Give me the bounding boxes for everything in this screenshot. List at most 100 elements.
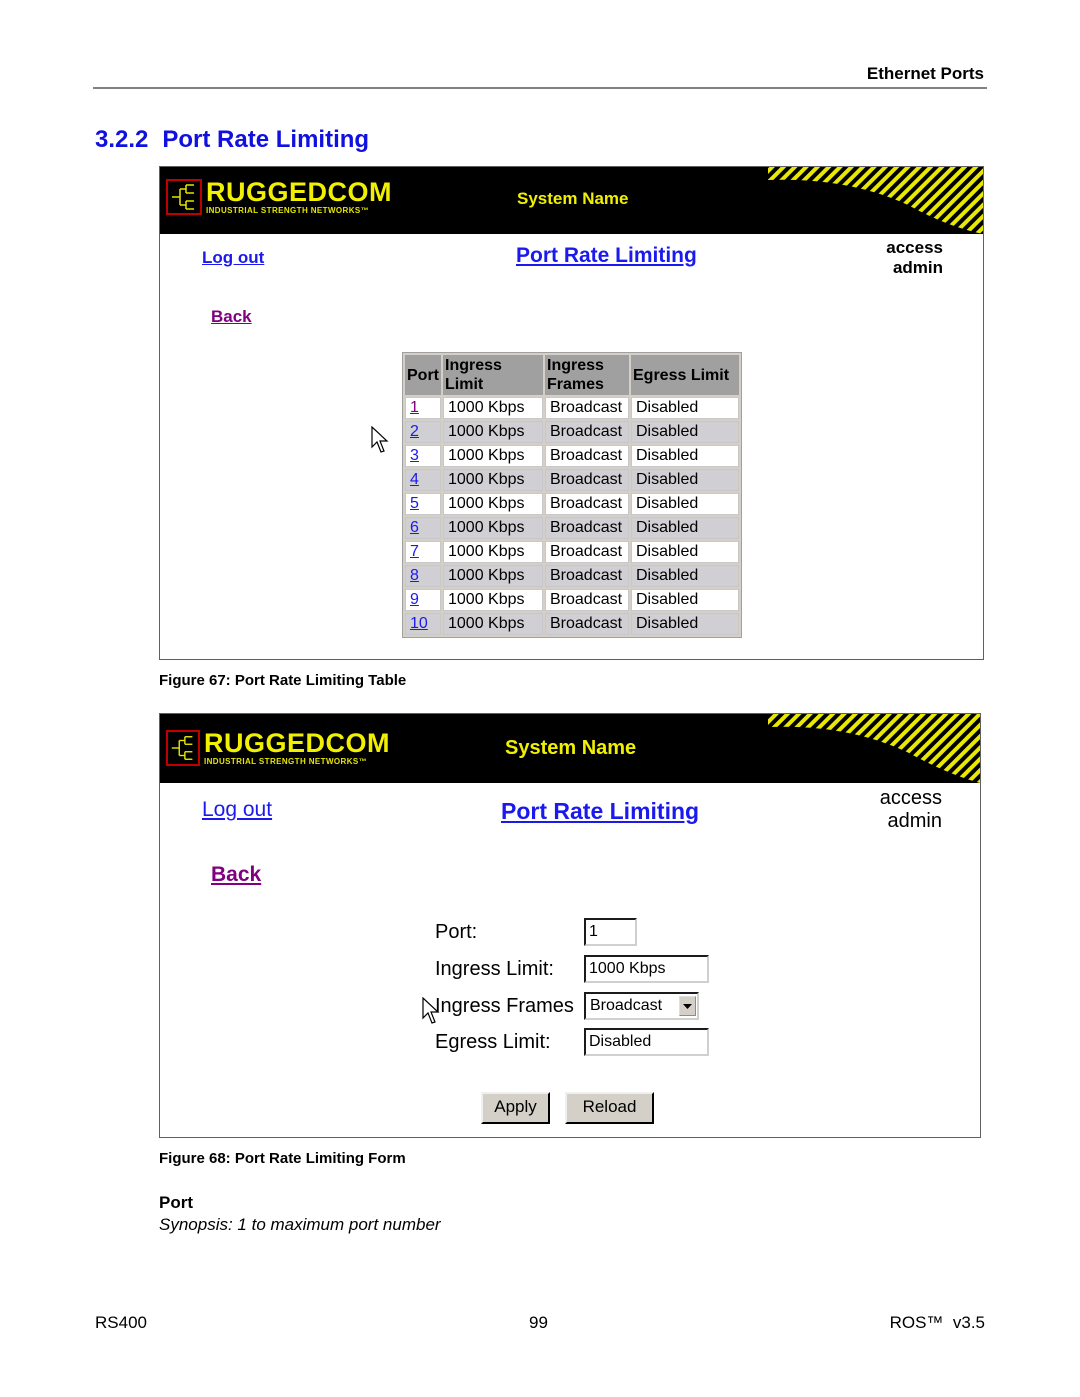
logout-link[interactable]: Log out xyxy=(202,248,264,268)
cell-egress-limit: Disabled xyxy=(631,445,739,467)
access-label: access xyxy=(879,787,942,809)
cell-ingress-limit: 1000 Kbps xyxy=(443,397,543,419)
cell-egress-limit: Disabled xyxy=(631,589,739,611)
network-tree-icon xyxy=(166,730,200,766)
port-label: Port: xyxy=(435,921,478,943)
cell-port: 7 xyxy=(405,541,441,563)
mouse-pointer-icon xyxy=(371,426,389,453)
logo-tagline: INDUSTRIAL STRENGTH NETWORKS™ xyxy=(204,757,368,766)
logout-link[interactable]: Log out xyxy=(202,798,272,822)
page-title-link[interactable]: Port Rate Limiting xyxy=(516,244,697,268)
network-tree-icon xyxy=(166,179,202,215)
access-value: admin xyxy=(887,810,942,832)
port-link[interactable]: 6 xyxy=(410,519,419,536)
table-row: 10 1000 Kbps Broadcast Disabled xyxy=(405,613,739,635)
cell-ingress-limit: 1000 Kbps xyxy=(443,541,543,563)
cell-ingress-limit: 1000 Kbps xyxy=(443,469,543,491)
section-number: 3.2.2 xyxy=(95,126,149,153)
cell-ingress-frames: Broadcast xyxy=(545,589,629,611)
table-row: 3 1000 Kbps Broadcast Disabled xyxy=(405,445,739,467)
cell-port: 9 xyxy=(405,589,441,611)
port-rate-limiting-table: Port Ingress Limit Ingress Frames Egress… xyxy=(402,352,742,638)
cell-ingress-frames: Broadcast xyxy=(545,445,629,467)
access-level: access admin xyxy=(880,787,942,833)
port-link[interactable]: 3 xyxy=(410,447,419,464)
parameter-synopsis: Synopsis: 1 to maximum port number xyxy=(159,1215,441,1234)
table-row: 8 1000 Kbps Broadcast Disabled xyxy=(405,565,739,587)
cell-ingress-frames: Broadcast xyxy=(545,541,629,563)
cell-ingress-limit: 1000 Kbps xyxy=(443,517,543,539)
table-row: 4 1000 Kbps Broadcast Disabled xyxy=(405,469,739,491)
cell-ingress-frames: Broadcast xyxy=(545,421,629,443)
cell-ingress-limit: 1000 Kbps xyxy=(443,589,543,611)
logo-wordmark: RUGGEDCOM xyxy=(206,177,392,207)
port-link[interactable]: 9 xyxy=(410,591,419,608)
access-value: admin xyxy=(892,257,943,277)
cell-ingress-limit: 1000 Kbps xyxy=(443,445,543,467)
cell-egress-limit: Disabled xyxy=(631,469,739,491)
cell-ingress-limit: 1000 Kbps xyxy=(443,493,543,515)
section-title-text: Port Rate Limiting xyxy=(162,126,370,153)
cell-ingress-frames: Broadcast xyxy=(545,493,629,515)
egress-limit-label: Egress Limit: xyxy=(435,1031,551,1053)
footer-page-number: 99 xyxy=(529,1313,548,1332)
col-header-ingress-limit[interactable]: Ingress Limit xyxy=(443,355,543,395)
port-link[interactable]: 5 xyxy=(410,495,419,512)
cell-egress-limit: Disabled xyxy=(631,541,739,563)
running-head: Ethernet Ports xyxy=(866,64,984,83)
cell-egress-limit: Disabled xyxy=(631,397,739,419)
table-header-row: Port Ingress Limit Ingress Frames Egress… xyxy=(405,355,739,395)
table-row: 5 1000 Kbps Broadcast Disabled xyxy=(405,493,739,515)
footer-product: RS400 xyxy=(95,1313,147,1332)
ingress-frames-label: Ingress Frames xyxy=(435,995,574,1017)
port-link[interactable]: 1 xyxy=(410,399,419,416)
port-link[interactable]: 4 xyxy=(410,471,419,488)
cell-port: 2 xyxy=(405,421,441,443)
cell-ingress-frames: Broadcast xyxy=(545,517,629,539)
col-header-egress-limit[interactable]: Egress Limit xyxy=(631,355,739,395)
egress-limit-input[interactable]: Disabled xyxy=(584,1028,709,1056)
ingress-limit-input[interactable]: 1000 Kbps xyxy=(584,955,709,983)
cell-ingress-frames: Broadcast xyxy=(545,613,629,635)
cell-port: 10 xyxy=(405,613,441,635)
apply-button[interactable]: Apply xyxy=(481,1092,550,1124)
table-row: 2 1000 Kbps Broadcast Disabled xyxy=(405,421,739,443)
ingress-frames-select[interactable]: Broadcast xyxy=(584,992,699,1020)
cell-port: 6 xyxy=(405,517,441,539)
col-header-ingress-limit-text: Ingress Limit xyxy=(445,357,502,393)
dropdown-arrow-icon[interactable] xyxy=(679,996,696,1016)
cell-port: 8 xyxy=(405,565,441,587)
table-row: 1 1000 Kbps Broadcast Disabled xyxy=(405,397,739,419)
logo-wordmark: RUGGEDCOM xyxy=(204,728,390,758)
cell-ingress-frames: Broadcast xyxy=(545,469,629,491)
reload-button[interactable]: Reload xyxy=(565,1092,654,1124)
port-link[interactable]: 8 xyxy=(410,567,419,584)
banner: RUGGEDCOM INDUSTRIAL STRENGTH NETWORKS™ … xyxy=(160,714,980,783)
table-row: 9 1000 Kbps Broadcast Disabled xyxy=(405,589,739,611)
access-level: access admin xyxy=(886,238,943,277)
cell-port: 3 xyxy=(405,445,441,467)
figure-68-caption: Figure 68: Port Rate Limiting Form xyxy=(159,1150,406,1167)
port-link[interactable]: 10 xyxy=(410,615,428,632)
header-rule xyxy=(93,87,987,89)
cell-egress-limit: Disabled xyxy=(631,493,739,515)
back-link[interactable]: Back xyxy=(211,307,252,327)
back-link[interactable]: Back xyxy=(211,863,261,887)
col-header-port[interactable]: Port xyxy=(405,355,441,395)
figure-67-caption: Figure 67: Port Rate Limiting Table xyxy=(159,672,407,689)
port-link[interactable]: 7 xyxy=(410,543,419,560)
system-name: System Name xyxy=(517,189,629,208)
cell-egress-limit: Disabled xyxy=(631,421,739,443)
port-link[interactable]: 2 xyxy=(410,423,419,440)
col-header-ingress-frames[interactable]: Ingress Frames xyxy=(545,355,629,395)
cell-ingress-frames: Broadcast xyxy=(545,565,629,587)
ruggedcom-logo: RUGGEDCOM INDUSTRIAL STRENGTH NETWORKS™ xyxy=(166,179,392,215)
cell-ingress-frames: Broadcast xyxy=(545,397,629,419)
page-title-link[interactable]: Port Rate Limiting xyxy=(501,798,699,825)
ingress-limit-label: Ingress Limit: xyxy=(435,958,554,980)
port-input[interactable]: 1 xyxy=(584,918,637,946)
ruggedcom-logo: RUGGEDCOM INDUSTRIAL STRENGTH NETWORKS™ xyxy=(166,730,390,766)
figure-68-screenshot: RUGGEDCOM INDUSTRIAL STRENGTH NETWORKS™ … xyxy=(159,713,981,1138)
parameter-name: Port xyxy=(159,1193,193,1212)
system-name: System Name xyxy=(505,737,637,759)
